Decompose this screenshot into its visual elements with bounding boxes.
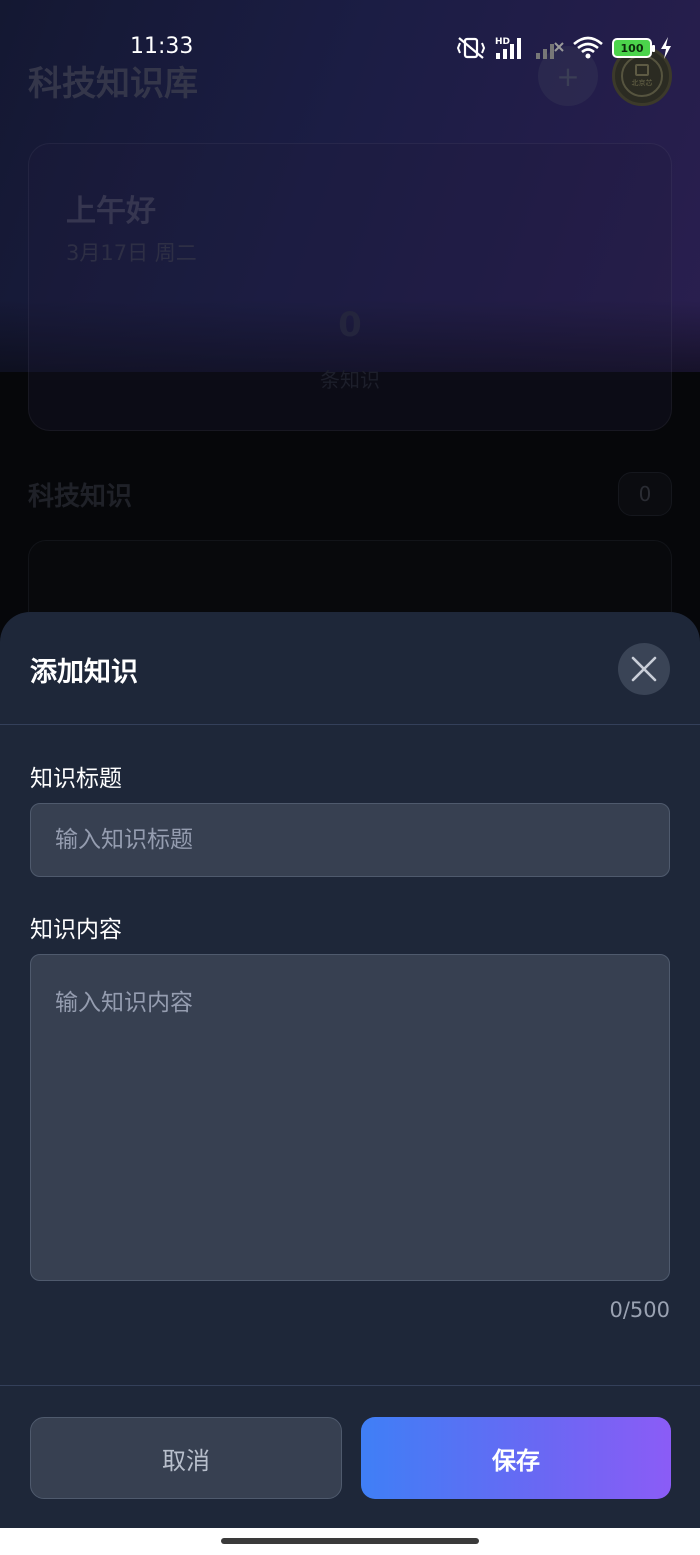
knowledge-count-label: 条知识 [320, 368, 380, 392]
vibrate-mute-icon [456, 37, 486, 59]
charging-bolt-icon [661, 37, 671, 59]
cancel-button[interactable]: 取消 [30, 1417, 342, 1499]
section-count-badge: 0 [618, 472, 672, 516]
battery-icon: 100 [612, 38, 655, 58]
plus-icon: + [556, 59, 580, 93]
close-icon [631, 656, 657, 682]
save-button[interactable]: 保存 [361, 1417, 671, 1499]
status-time: 11:33 [130, 34, 194, 59]
chip-icon [635, 64, 649, 76]
content-input[interactable] [30, 954, 670, 1281]
section-title: 科技知识 [28, 482, 133, 512]
knowledge-count: 0 [338, 305, 362, 345]
signal-no-service-icon [536, 42, 564, 59]
title-input[interactable] [30, 803, 670, 877]
sheet-title: 添加知识 [30, 657, 138, 688]
char-counter: 0/500 [609, 1298, 670, 1322]
avatar-text: 北京芯 [631, 79, 653, 87]
sheet-footer: 取消 保存 [0, 1385, 700, 1528]
add-knowledge-sheet: 添加知识 知识标题 知识内容 0/500 取消 保存 [0, 612, 700, 1528]
signal-hd-icon: HD [495, 37, 521, 59]
sheet-header: 添加知识 [0, 612, 700, 725]
content-field-label: 知识内容 [30, 917, 122, 943]
wifi-icon [573, 36, 603, 59]
screen: 科技知识库 + 北京芯 上午好 3月17日 周二 0 条知识 科技知识 0 11… [0, 0, 700, 1555]
svg-text:HD: HD [495, 37, 510, 47]
status-icons: HD 100 [456, 34, 672, 62]
greeting-text: 上午好 [66, 194, 156, 229]
app-title: 科技知识库 [28, 64, 198, 104]
title-field-label: 知识标题 [30, 766, 122, 792]
date-text: 3月17日 周二 [66, 241, 197, 265]
home-indicator[interactable] [221, 1538, 479, 1544]
close-button[interactable] [618, 643, 670, 695]
battery-level: 100 [620, 41, 644, 55]
